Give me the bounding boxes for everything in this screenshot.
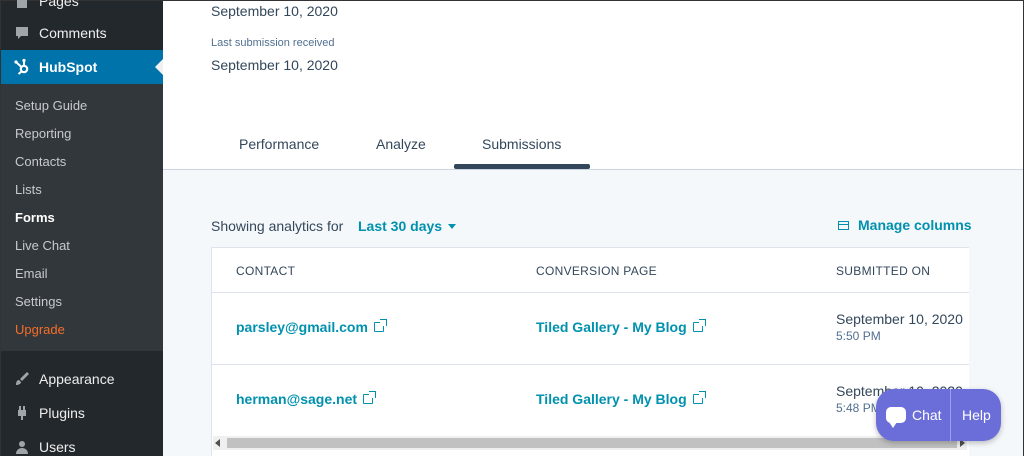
- last-submission-label: Last submission received: [211, 37, 335, 49]
- chat-label: Chat: [912, 407, 942, 423]
- divider: [212, 364, 969, 365]
- submenu-item-upgrade[interactable]: Upgrade: [15, 322, 65, 337]
- date-range-dropdown[interactable]: Last 30 days: [358, 218, 457, 234]
- column-header-contact[interactable]: CONTACT: [236, 264, 295, 278]
- horizontal-scrollbar[interactable]: [213, 436, 967, 450]
- form-details-panel: September 10, 2020 Last submission recei…: [163, 1, 1023, 456]
- submenu-item-reporting[interactable]: Reporting: [15, 126, 71, 141]
- sidebar-item-label: Plugins: [39, 405, 85, 421]
- comments-icon: [13, 24, 31, 42]
- contact-link[interactable]: herman@sage.net: [236, 391, 377, 407]
- chat-help-widget: Chat Help: [876, 389, 1001, 441]
- hubspot-sprocket-icon: [13, 58, 31, 76]
- submissions-table: CONTACT CONVERSION PAGE SUBMITTED ON par…: [211, 247, 969, 456]
- submenu-item-contacts[interactable]: Contacts: [15, 154, 66, 169]
- external-link-icon: [692, 319, 706, 332]
- sidebar-item-label: Comments: [39, 25, 107, 41]
- divider: [212, 292, 969, 293]
- sidebar-item-hubspot[interactable]: HubSpot: [1, 50, 163, 84]
- plugin-icon: [13, 404, 31, 422]
- sidebar-item-users[interactable]: Users: [1, 430, 163, 456]
- pages-icon: [13, 0, 31, 10]
- sidebar-item-label: Users: [39, 439, 76, 455]
- hubspot-submenu: Setup Guide Reporting Contacts Lists For…: [1, 84, 163, 351]
- tab-analyze[interactable]: Analyze: [376, 136, 426, 152]
- contact-link[interactable]: parsley@gmail.com: [236, 319, 387, 335]
- help-button[interactable]: Help: [951, 407, 991, 423]
- sidebar-item-appearance[interactable]: Appearance: [1, 362, 163, 396]
- columns-icon: [838, 220, 849, 230]
- contact-email: parsley@gmail.com: [236, 319, 368, 335]
- last-submission-date: September 10, 2020: [211, 57, 338, 73]
- chat-bubble-icon: [886, 407, 906, 428]
- external-link-icon: [373, 319, 387, 332]
- scroll-thumb[interactable]: [227, 438, 957, 448]
- active-tab-indicator: [454, 164, 590, 169]
- external-link-icon: [692, 391, 706, 404]
- sidebar-item-plugins[interactable]: Plugins: [1, 396, 163, 430]
- submenu-item-forms[interactable]: Forms: [15, 210, 55, 225]
- submitted-time: 5:48 PM: [836, 401, 881, 415]
- form-date: September 10, 2020: [211, 3, 338, 19]
- submenu-item-email[interactable]: Email: [15, 266, 48, 281]
- external-link-icon: [363, 391, 377, 404]
- chat-button[interactable]: Chat: [876, 389, 951, 441]
- submitted-date: September 10, 2020: [836, 311, 963, 327]
- conversion-page-link[interactable]: Tiled Gallery - My Blog: [536, 319, 706, 335]
- tab-submissions[interactable]: Submissions: [482, 136, 561, 152]
- submitted-time: 5:50 PM: [836, 329, 881, 343]
- manage-columns-button[interactable]: Manage columns: [838, 217, 972, 233]
- user-icon: [13, 438, 31, 456]
- manage-columns-label: Manage columns: [858, 217, 972, 233]
- showing-analytics-label: Showing analytics for: [211, 218, 344, 234]
- chevron-down-icon: [448, 223, 457, 229]
- tab-performance[interactable]: Performance: [239, 136, 319, 152]
- paintbrush-icon: [13, 370, 31, 388]
- sidebar-item-comments[interactable]: Comments: [1, 16, 163, 50]
- tab-bar: Performance Analyze Submissions: [163, 128, 1023, 170]
- submenu-item-setup-guide[interactable]: Setup Guide: [15, 98, 87, 113]
- sidebar-item-label: Appearance: [39, 371, 115, 387]
- column-header-submitted-on[interactable]: SUBMITTED ON: [836, 264, 930, 278]
- submenu-item-settings[interactable]: Settings: [15, 294, 62, 309]
- column-header-conversion-page[interactable]: CONVERSION PAGE: [536, 264, 657, 278]
- sidebar-item-label: Pages: [39, 0, 79, 9]
- submenu-item-lists[interactable]: Lists: [15, 182, 42, 197]
- wp-admin-sidebar: Pages Comments HubSpot Setup Guide Repor…: [1, 0, 163, 456]
- conversion-page-title: Tiled Gallery - My Blog: [536, 391, 687, 407]
- scroll-left-arrow-icon[interactable]: [215, 439, 220, 447]
- submenu-item-live-chat[interactable]: Live Chat: [15, 238, 70, 253]
- date-range-value: Last 30 days: [358, 218, 443, 234]
- active-indicator: [155, 59, 163, 75]
- conversion-page-link[interactable]: Tiled Gallery - My Blog: [536, 391, 706, 407]
- conversion-page-title: Tiled Gallery - My Blog: [536, 319, 687, 335]
- sidebar-item-label: HubSpot: [39, 59, 98, 75]
- contact-email: herman@sage.net: [236, 391, 358, 407]
